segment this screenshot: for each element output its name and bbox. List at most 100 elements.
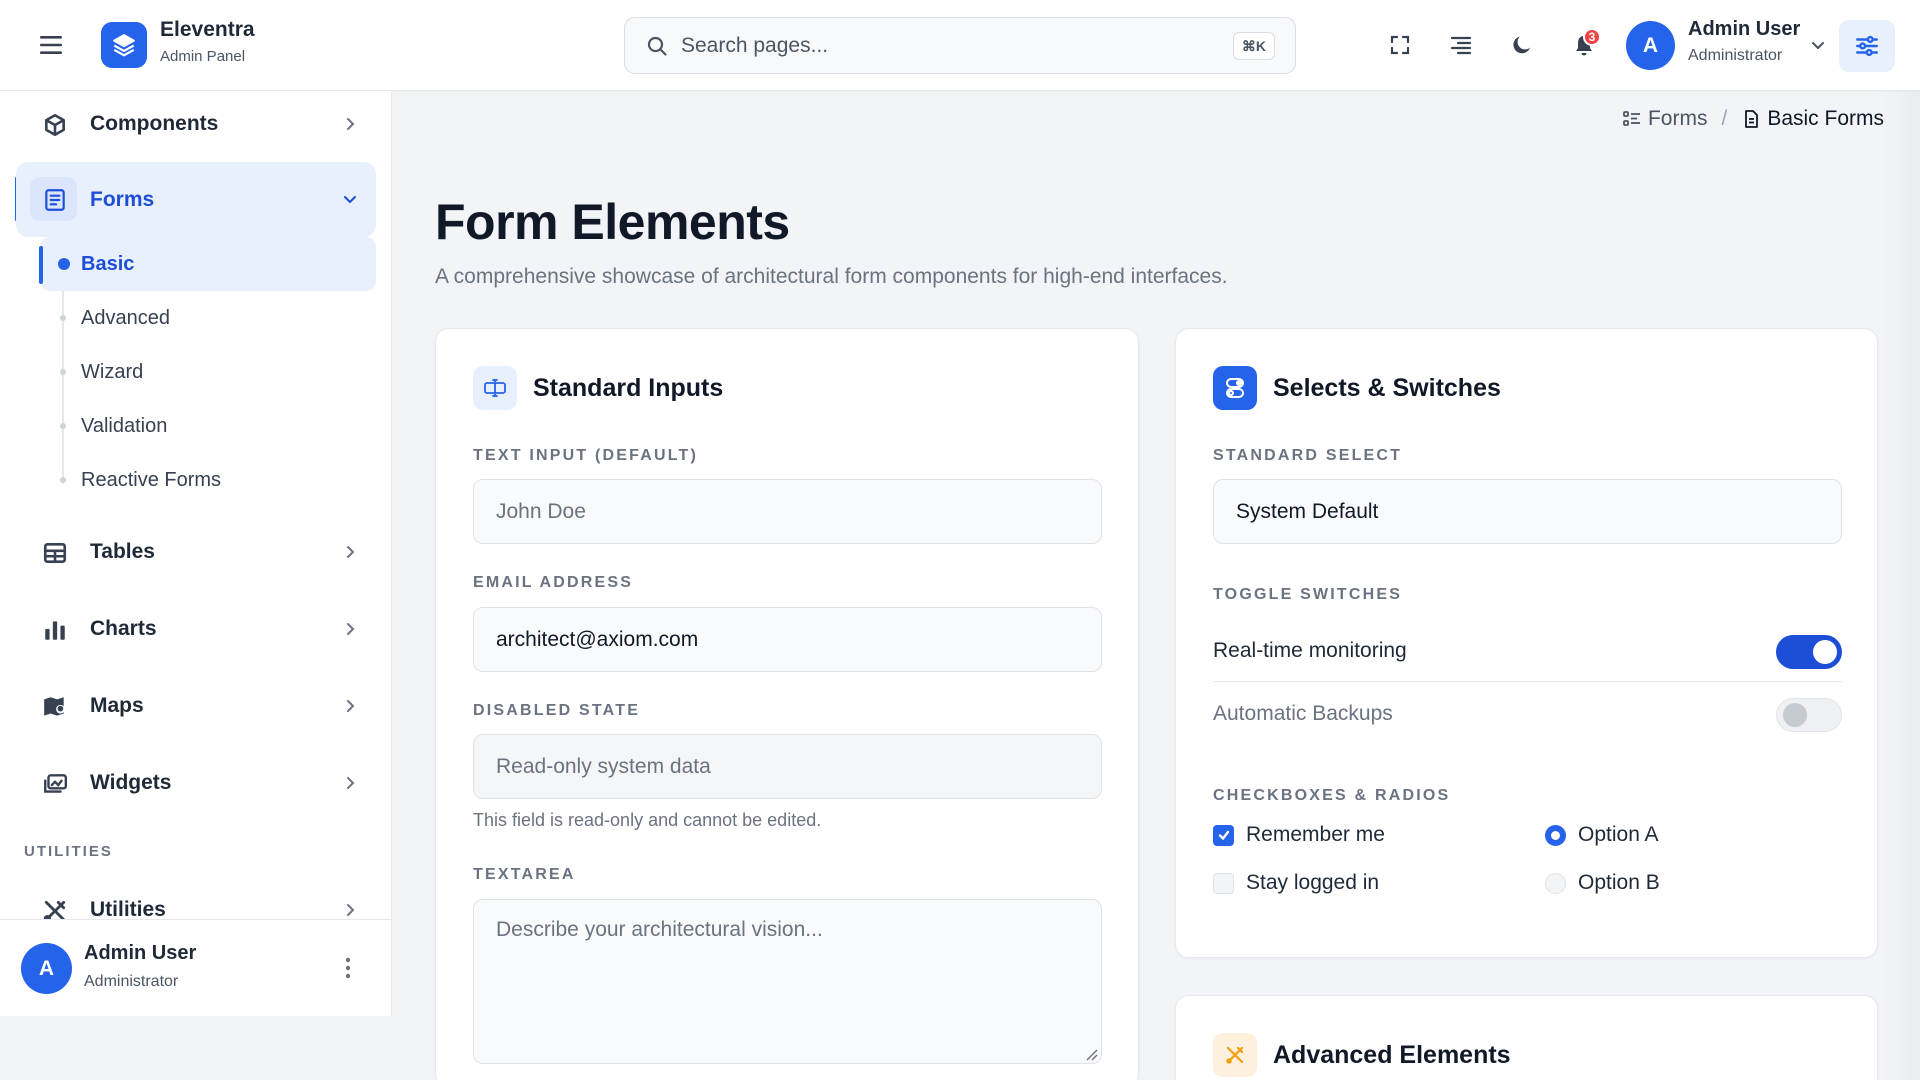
submenu-active-indicator — [39, 246, 43, 284]
app-logo[interactable] — [101, 22, 147, 68]
chevron-right-icon — [347, 118, 355, 130]
submenu-item-validation[interactable]: Validation — [40, 399, 376, 453]
card-icon-container — [473, 366, 517, 410]
submenu-item-wizard[interactable]: Wizard — [40, 345, 376, 399]
align-right-icon — [1450, 36, 1472, 55]
chevron-down-icon[interactable] — [1809, 36, 1827, 54]
list-icon — [1623, 111, 1640, 126]
search-bar[interactable]: ⌘K — [624, 17, 1296, 74]
search-shortcut-badge: ⌘K — [1232, 32, 1275, 60]
select-value: System Default — [1236, 499, 1379, 523]
option-b-radio[interactable]: Option B — [1545, 871, 1660, 895]
chevron-down-icon — [344, 196, 356, 204]
fullscreen-button[interactable] — [1385, 30, 1415, 60]
more-vertical-icon[interactable] — [338, 953, 358, 983]
submenu-label: Validation — [81, 414, 168, 437]
search-input[interactable] — [681, 33, 1221, 58]
breadcrumb-current: Basic Forms — [1767, 107, 1884, 130]
sidebar-item-charts[interactable]: Charts — [16, 596, 376, 662]
email-field[interactable] — [473, 607, 1102, 672]
chevron-right-icon — [347, 623, 355, 635]
avatar[interactable]: A — [21, 943, 72, 994]
card-title: Standard Inputs — [533, 374, 724, 402]
checkbox-label: Stay logged in — [1246, 871, 1380, 894]
page-title: Form Elements — [435, 194, 790, 250]
breadcrumb: Forms / Basic Forms — [1622, 107, 1884, 131]
tools-icon — [1226, 1046, 1244, 1064]
toggle-divider — [1213, 681, 1842, 682]
standard-inputs-card: Standard Inputs TEXT INPUT (DEFAULT) EMA… — [435, 328, 1139, 1080]
sidebar-item-widgets[interactable]: Widgets — [16, 750, 376, 816]
check-icon — [1218, 830, 1229, 840]
disabled-label: DISABLED STATE — [473, 702, 641, 719]
text-input[interactable] — [473, 479, 1102, 544]
menu-icon[interactable] — [38, 33, 66, 57]
submenu-dot — [60, 423, 66, 429]
backups-toggle[interactable] — [1776, 698, 1842, 732]
toggle-knob — [1813, 640, 1837, 664]
sidebar-footer: A Admin User Administrator — [0, 919, 391, 1016]
submenu-dot — [58, 258, 70, 270]
submenu-item-reactive-forms[interactable]: Reactive Forms — [40, 453, 376, 507]
theme-toggle-button[interactable] — [1507, 30, 1537, 60]
widgets-icon — [44, 774, 68, 793]
standard-select[interactable]: System Default — [1213, 479, 1842, 544]
breadcrumb-separator: / — [1721, 107, 1728, 130]
chevron-right-icon — [347, 546, 355, 558]
radio-circle[interactable] — [1545, 824, 1566, 846]
option-a-radio[interactable]: Option A — [1545, 823, 1659, 847]
chevron-right-icon — [347, 700, 355, 712]
chevron-right-icon — [347, 777, 355, 789]
header-user-name[interactable]: Admin User — [1688, 18, 1800, 41]
sidebar-item-forms[interactable]: Forms — [16, 162, 376, 237]
top-header: Eleventra Admin Panel ⌘K 3 A Admin User … — [0, 0, 1920, 91]
sidebar-item-maps[interactable]: Maps — [16, 673, 376, 739]
stay-logged-in-checkbox[interactable]: Stay logged in — [1213, 871, 1379, 895]
edge-shadow — [1880, 91, 1920, 1080]
card-icon-container — [1213, 1033, 1257, 1077]
submenu-dot — [60, 369, 66, 375]
search-icon — [647, 36, 667, 56]
toggle-label: Automatic Backups — [1213, 702, 1393, 725]
submenu-dot — [60, 477, 66, 483]
table-icon — [43, 543, 67, 563]
radio-circle[interactable] — [1545, 872, 1566, 894]
submenu-label: Wizard — [81, 360, 144, 383]
sidebar-item-label: Forms — [90, 187, 155, 211]
resize-handle-icon[interactable] — [1084, 1047, 1098, 1061]
submenu-item-advanced[interactable]: Advanced — [40, 291, 376, 345]
remember-me-checkbox[interactable]: Remember me — [1213, 823, 1385, 847]
realtime-toggle[interactable] — [1776, 635, 1842, 669]
header-user-role: Administrator — [1688, 47, 1783, 64]
textarea-field[interactable] — [473, 899, 1102, 1064]
disabled-hint: This field is read-only and cannot be ed… — [473, 810, 822, 830]
sidebar: Components Forms Basic Advanced Wizard V… — [0, 91, 392, 1016]
header-avatar[interactable]: A — [1626, 21, 1675, 70]
toggles-label: TOGGLE SWITCHES — [1213, 586, 1403, 603]
checkbox-box[interactable] — [1213, 872, 1234, 894]
sidebar-item-components[interactable]: Components — [16, 91, 376, 157]
breadcrumb-parent[interactable]: Forms — [1648, 107, 1708, 131]
submenu-item-basic[interactable]: Basic — [40, 237, 376, 291]
app-subtitle: Admin Panel — [160, 48, 246, 65]
form-icon — [45, 189, 65, 211]
layout-toggle-button[interactable] — [1446, 30, 1476, 60]
sliders-icon — [1856, 35, 1878, 57]
radio-label: Option A — [1578, 823, 1659, 846]
layers-icon — [113, 34, 135, 57]
toggle-knob — [1783, 703, 1807, 727]
bar-chart-icon — [45, 621, 65, 640]
toggle-row-backups: Automatic Backups — [1213, 686, 1842, 742]
checkbox-box[interactable] — [1213, 824, 1234, 846]
submenu-label: Advanced — [81, 306, 170, 329]
toggle-icon — [1226, 378, 1244, 398]
advanced-elements-card: Advanced Elements — [1175, 995, 1878, 1080]
footer-user-role: Administrator — [84, 973, 179, 990]
text-cursor-icon — [484, 379, 506, 397]
sidebar-item-tables[interactable]: Tables — [16, 519, 376, 585]
submenu-label: Basic — [81, 252, 135, 275]
customizer-button[interactable] — [1839, 20, 1895, 72]
selects-switches-card: Selects & Switches STANDARD SELECT Syste… — [1175, 328, 1878, 958]
app-name: Eleventra — [160, 18, 255, 41]
sidebar-item-label: Tables — [90, 540, 155, 563]
